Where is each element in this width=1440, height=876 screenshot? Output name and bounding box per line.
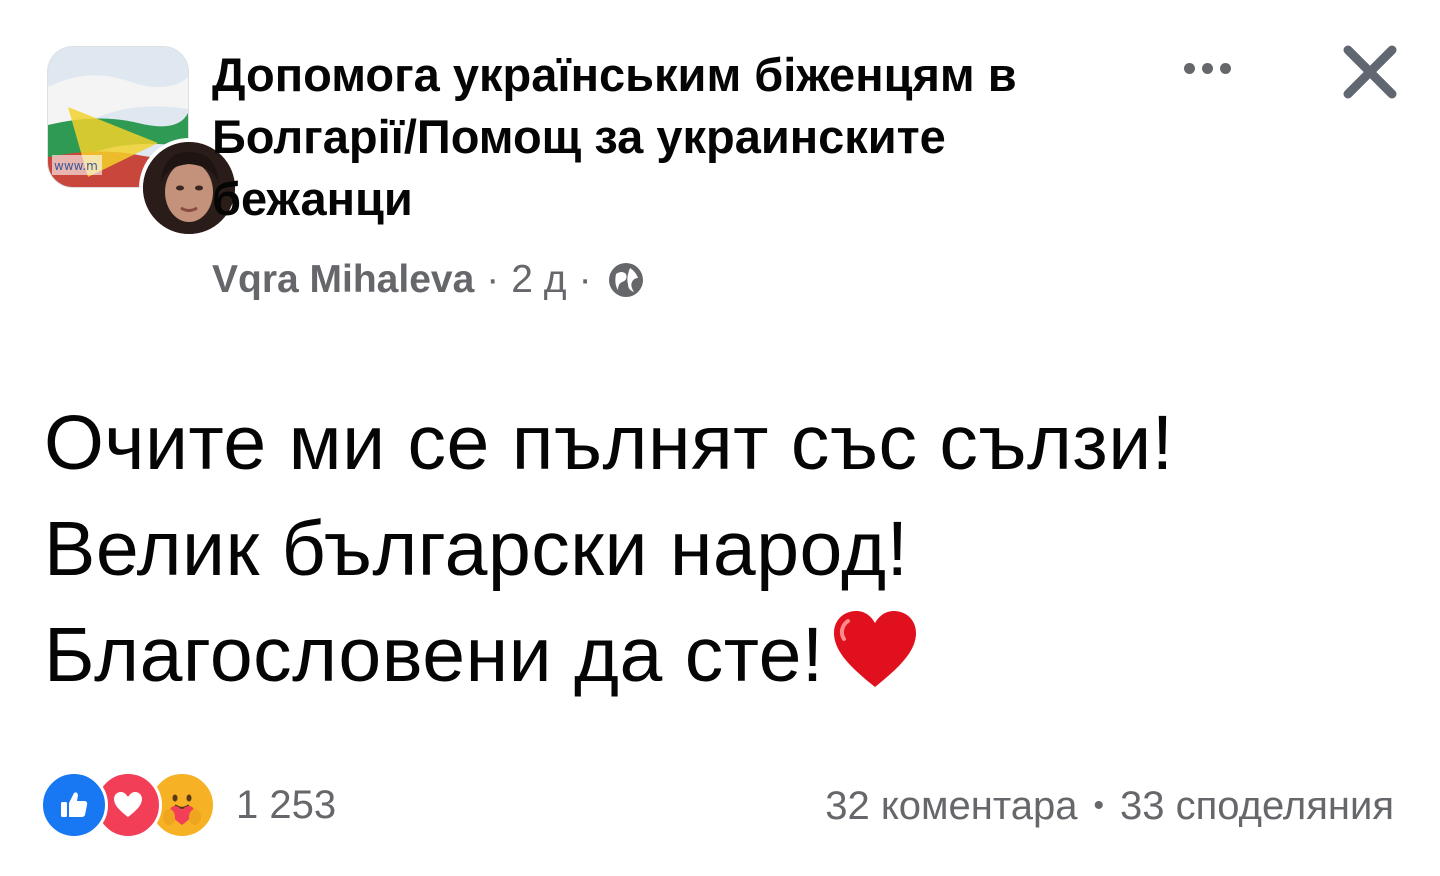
- post-stats: 32 коментара • 33 споделяния: [825, 778, 1394, 834]
- stats-separator: •: [1093, 789, 1105, 822]
- avatar-stack[interactable]: www.m: [47, 46, 239, 238]
- like-icon: [40, 771, 108, 839]
- post-line: Велик български народ!: [44, 506, 909, 592]
- post-timestamp[interactable]: 2 д: [511, 258, 566, 302]
- post-message: Очите ми се пълнят със сълзи! Велик бълг…: [44, 390, 1404, 708]
- reactions-summary[interactable]: 1 253: [40, 770, 336, 840]
- close-icon: [1343, 45, 1397, 99]
- more-dots-icon: [1219, 62, 1231, 74]
- group-name-link[interactable]: Допомога українським біженцям в Болгарії…: [212, 44, 1152, 230]
- comments-count-link[interactable]: 32 коментара: [825, 784, 1077, 829]
- reaction-count: 1 253: [236, 782, 337, 827]
- post-line-with-emoji: Благословени да сте!: [44, 602, 1404, 708]
- post-line: Благословени да сте!: [44, 612, 824, 698]
- meta-separator: ·: [486, 258, 500, 301]
- heart-icon: [830, 607, 920, 697]
- more-dots-icon: [1183, 62, 1195, 74]
- post-line: Очите ми се пълнят със сълзи!: [44, 400, 1174, 486]
- author-name-link[interactable]: Vqra Mihaleva: [212, 258, 474, 302]
- svg-text:www.m: www.m: [54, 159, 98, 173]
- globe-icon: [606, 260, 646, 300]
- close-button[interactable]: [1334, 36, 1406, 108]
- more-options-button[interactable]: [1168, 48, 1246, 88]
- meta-separator: ·: [578, 258, 592, 301]
- more-dots-icon: [1201, 62, 1213, 74]
- shares-count-link[interactable]: 33 споделяния: [1120, 784, 1394, 829]
- post-meta: Vqra Mihaleva · 2 д ·: [212, 254, 646, 306]
